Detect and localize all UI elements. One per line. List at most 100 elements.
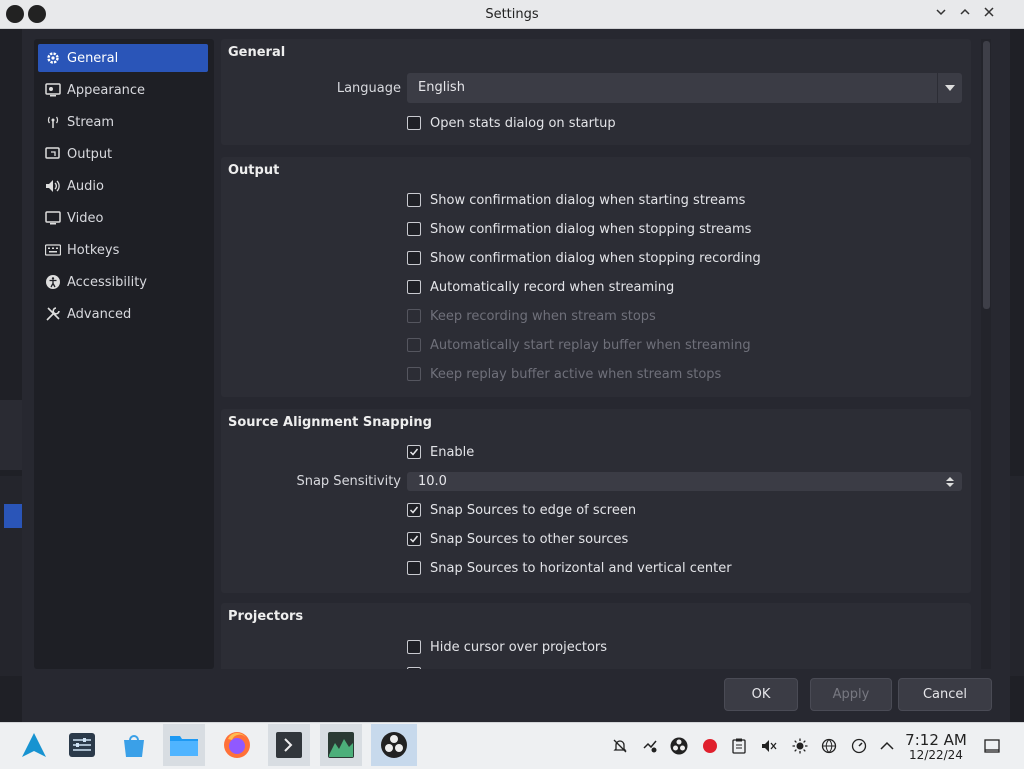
confirm-start-stream-checkbox[interactable]: Show confirmation dialog when starting s… [407, 190, 745, 210]
group-title: Projectors [228, 609, 304, 624]
snapping-group: Source Alignment Snapping Enable Snap Se… [221, 409, 971, 593]
checkbox-box[interactable] [407, 193, 421, 207]
snap-sources-checkbox[interactable]: Snap Sources to other sources [407, 529, 628, 549]
firefox-icon[interactable] [216, 724, 258, 766]
sidebar-item-label: Video [67, 210, 104, 226]
hide-cursor-checkbox[interactable]: Hide cursor over projectors [407, 637, 607, 657]
show-hidden-icons-chevron-icon[interactable] [877, 736, 897, 756]
system-settings-icon[interactable] [61, 724, 103, 766]
group-title: Output [228, 163, 280, 178]
checkbox-box [407, 367, 421, 381]
obs-taskbar-icon[interactable] [371, 724, 417, 766]
dropdown-arrow-icon [937, 73, 962, 103]
snap-edge-checkbox[interactable]: Snap Sources to edge of screen [407, 500, 636, 520]
checkbox-label: Keep recording when stream stops [430, 308, 656, 324]
checkbox-box[interactable] [407, 445, 421, 459]
network-icon[interactable] [819, 736, 839, 756]
app-launcher-icon[interactable] [13, 724, 55, 766]
power-profile-icon[interactable] [849, 736, 869, 756]
language-label: Language [336, 81, 401, 96]
sidebar-item-appearance[interactable]: Appearance [38, 76, 208, 104]
gear-icon [44, 49, 62, 67]
checkbox-label: Keep replay buffer active when stream st… [430, 366, 722, 382]
open-stats-checkbox[interactable]: Open stats dialog on startup [407, 113, 616, 133]
sidebar-item-general[interactable]: General [38, 44, 208, 72]
confirm-stop-stream-checkbox[interactable]: Show confirmation dialog when stopping s… [407, 219, 751, 239]
snapping-enable-checkbox[interactable]: Enable [407, 442, 474, 462]
checkbox-box[interactable] [407, 532, 421, 546]
checkbox-box[interactable] [407, 280, 421, 294]
sidebar-item-video[interactable]: Video [38, 204, 208, 232]
apply-button[interactable]: Apply [810, 678, 892, 711]
system-monitor-icon[interactable] [320, 724, 362, 766]
language-select[interactable]: English [407, 73, 962, 103]
clipboard-icon[interactable] [729, 736, 749, 756]
close-icon[interactable] [979, 4, 999, 24]
sidebar-item-output[interactable]: Output [38, 140, 208, 168]
checkbox-label: Automatically record when streaming [430, 279, 675, 295]
checkmark-icon [409, 535, 419, 543]
terminal-icon[interactable] [268, 724, 310, 766]
minimize-chevron-icon[interactable] [931, 4, 951, 24]
checkbox-label: Snap Sources to other sources [430, 531, 629, 547]
notifications-off-icon[interactable] [610, 736, 630, 756]
sidebar-item-stream[interactable]: Stream [38, 108, 208, 136]
sidebar-item-label: Hotkeys [67, 242, 120, 258]
volume-muted-icon[interactable] [759, 736, 779, 756]
confirm-stop-recording-checkbox[interactable]: Show confirmation dialog when stopping r… [407, 248, 761, 268]
show-desktop-icon[interactable] [982, 736, 1002, 756]
next-checkbox-partial[interactable] [407, 664, 430, 669]
brightness-icon[interactable] [790, 736, 810, 756]
group-title: General [228, 45, 286, 60]
scrollbar-thumb[interactable] [983, 41, 990, 309]
checkbox-label: Open stats dialog on startup [430, 115, 616, 131]
cancel-button[interactable]: Cancel [898, 678, 992, 711]
bg-selected-scene [4, 504, 22, 528]
projectors-group: Projectors Hide cursor over projectors [221, 603, 971, 669]
bg-panel-sliver [0, 400, 22, 470]
snap-sensitivity-label: Snap Sensitivity [296, 474, 401, 489]
checkbox-box [407, 338, 421, 352]
auto-record-checkbox[interactable]: Automatically record when streaming [407, 277, 674, 297]
keyboard-icon [44, 241, 62, 259]
checkbox-box[interactable] [407, 503, 421, 517]
sidebar-item-accessibility[interactable]: Accessibility [38, 268, 208, 296]
window-titlebar[interactable]: Settings [0, 0, 1024, 29]
ok-button[interactable]: OK [724, 678, 798, 711]
checkbox-label: Snap Sources to horizontal and vertical … [430, 560, 732, 576]
spin-arrows-icon[interactable] [938, 472, 962, 491]
sidebar-item-hotkeys[interactable]: Hotkeys [38, 236, 208, 264]
checkbox-label: Enable [430, 444, 475, 460]
maximize-chevron-icon[interactable] [955, 4, 975, 24]
sidebar-item-advanced[interactable]: Advanced [38, 300, 208, 328]
snap-sensitivity-value: 10.0 [418, 474, 447, 489]
sidebar-item-label: General [67, 50, 119, 66]
snap-sensitivity-spinbox[interactable]: 10.0 [407, 472, 962, 491]
file-manager-icon[interactable] [163, 724, 205, 766]
sidebar-item-label: Advanced [67, 306, 132, 322]
checkbox-box[interactable] [407, 251, 421, 265]
window-title: Settings [485, 7, 539, 22]
recording-indicator-icon[interactable] [700, 736, 720, 756]
obs-tray-icon[interactable] [669, 736, 689, 756]
checkbox-label: Show confirmation dialog when starting s… [430, 192, 746, 208]
checkbox-box[interactable] [407, 667, 421, 669]
checkbox-box[interactable] [407, 222, 421, 236]
sidebar-item-label: Audio [67, 178, 104, 194]
tools-icon [44, 305, 62, 323]
sidebar-item-audio[interactable]: Audio [38, 172, 208, 200]
discover-updates-icon[interactable] [640, 736, 660, 756]
general-group: General Language English Open stats dial… [221, 39, 971, 145]
group-title: Source Alignment Snapping [228, 415, 432, 430]
clock-time[interactable]: 7:12 AM [903, 731, 969, 749]
checkbox-label: Show confirmation dialog when stopping s… [430, 221, 752, 237]
auto-replay-buffer-checkbox: Automatically start replay buffer when s… [407, 335, 751, 355]
software-store-icon[interactable] [113, 724, 155, 766]
appearance-icon [44, 81, 62, 99]
checkbox-box[interactable] [407, 561, 421, 575]
snap-center-checkbox[interactable]: Snap Sources to horizontal and vertical … [407, 558, 732, 578]
clock-date[interactable]: 12/22/24 [903, 748, 969, 762]
checkbox-box[interactable] [407, 640, 421, 654]
checkbox-box[interactable] [407, 116, 421, 130]
output-group: Output Show confirmation dialog when sta… [221, 157, 971, 397]
